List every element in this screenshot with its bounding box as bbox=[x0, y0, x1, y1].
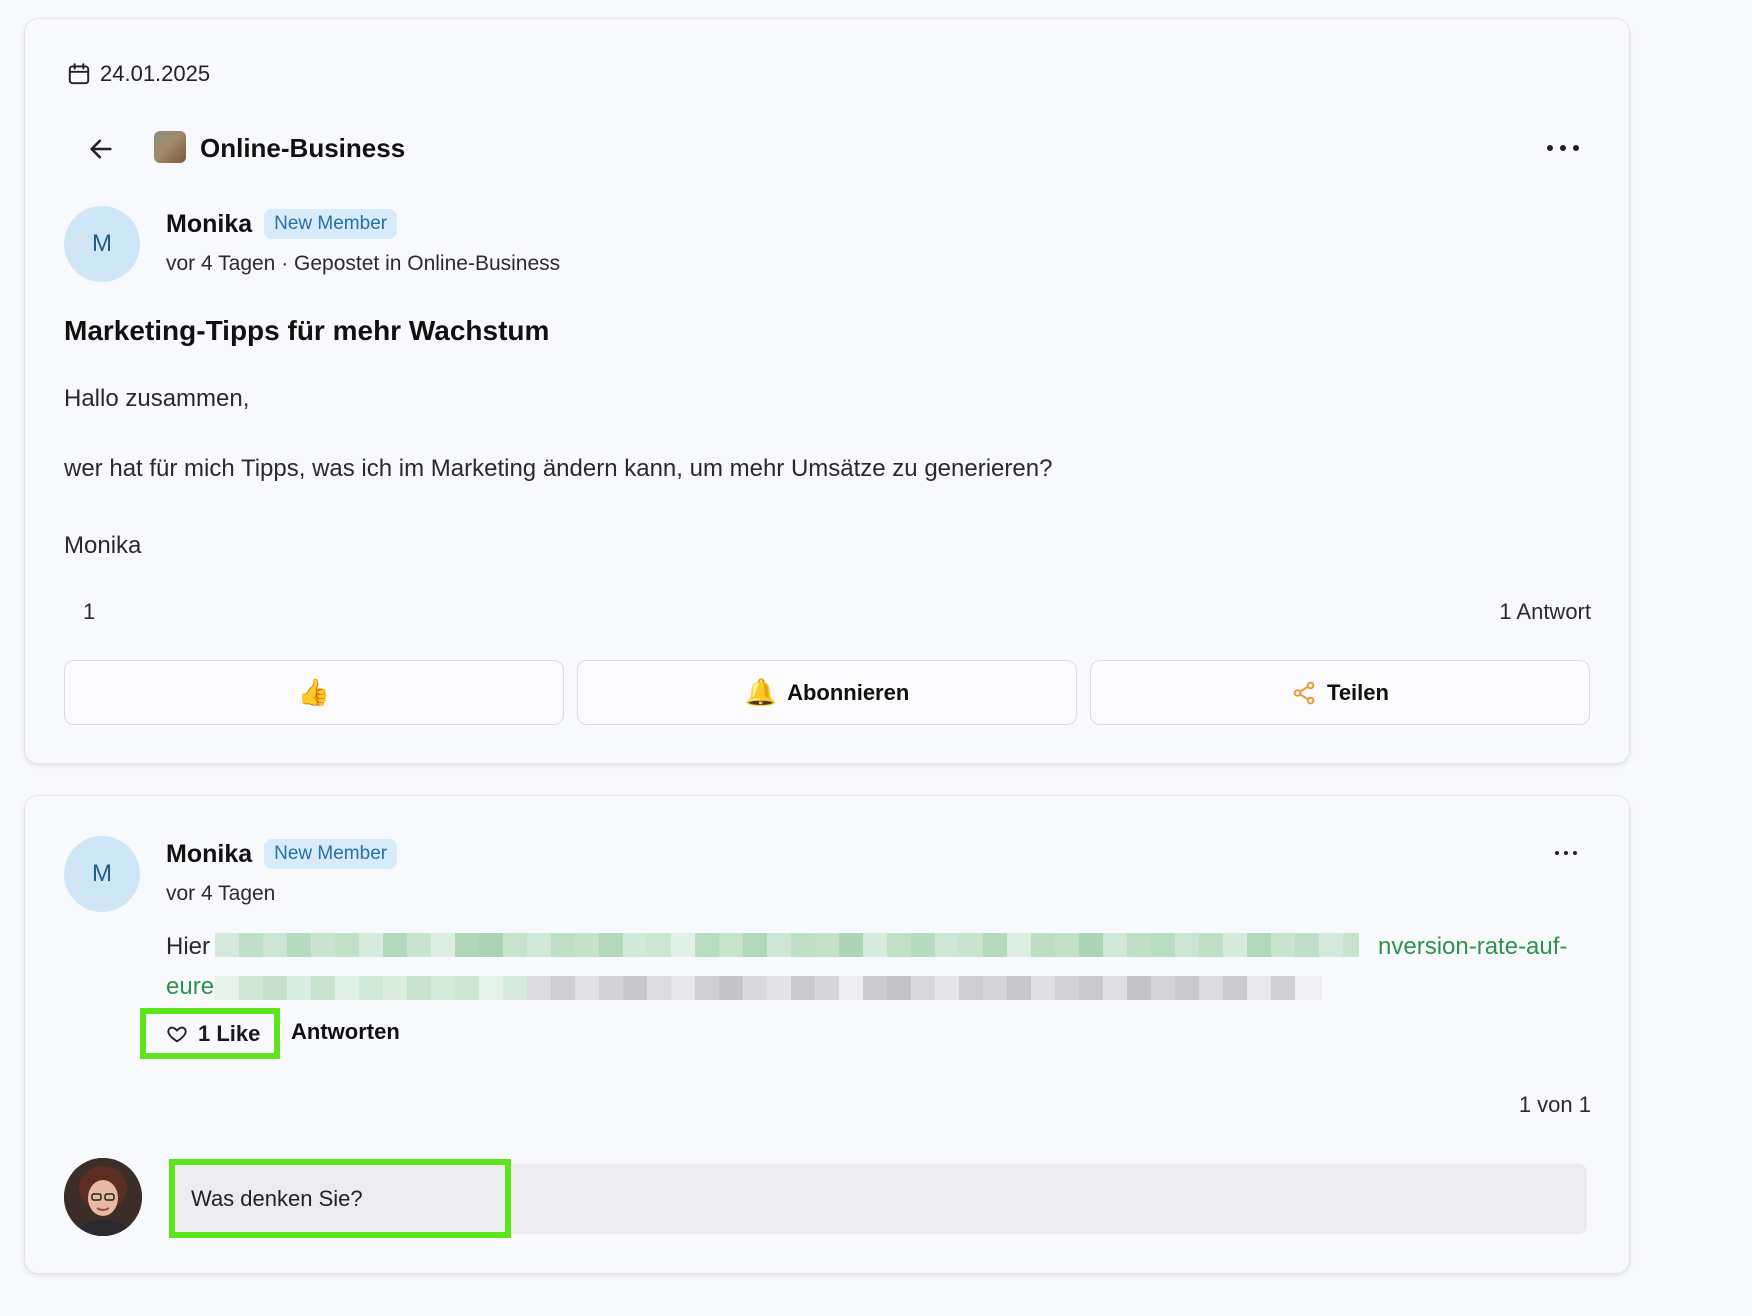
subscribe-button[interactable]: 🔔 Abonnieren bbox=[577, 660, 1077, 725]
reply-author-avatar[interactable]: M bbox=[64, 836, 140, 912]
reply-meta: vor 4 Tagen bbox=[166, 882, 276, 905]
arrow-left-icon bbox=[90, 139, 112, 159]
share-button[interactable]: Teilen bbox=[1090, 660, 1590, 725]
redacted-link bbox=[215, 976, 1322, 1000]
post-signature: Monika bbox=[64, 532, 142, 559]
post-card: 24.01.2025 Online-Business M Monika New … bbox=[24, 18, 1630, 764]
current-user-avatar bbox=[64, 1158, 142, 1236]
calendar-icon bbox=[68, 63, 90, 85]
like-count-label: 1 Like bbox=[198, 1020, 261, 1046]
author-row: Monika New Member bbox=[166, 209, 398, 239]
post-meta: vor 4 Tagen · Gepostet in Online-Busines… bbox=[166, 252, 561, 275]
group-name[interactable]: Online-Business bbox=[200, 133, 405, 164]
more-dots-icon bbox=[1555, 851, 1559, 855]
reply-menu-button[interactable] bbox=[1555, 851, 1577, 855]
like-reply-button[interactable]: 1 Like bbox=[140, 1008, 280, 1059]
post-title: Marketing-Tipps für mehr Wachstum bbox=[64, 315, 550, 346]
post-menu-button[interactable] bbox=[1541, 136, 1585, 160]
more-dots-icon bbox=[1547, 145, 1553, 151]
reply-author-name[interactable]: Monika bbox=[166, 840, 252, 869]
reply-card: M Monika New Member vor 4 Tagen Hier nve… bbox=[24, 795, 1630, 1274]
post-body: wer hat für mich Tipps, was ich im Marke… bbox=[64, 455, 1053, 482]
share-label: Teilen bbox=[1327, 679, 1389, 705]
like-button[interactable]: 👍 bbox=[64, 660, 564, 725]
back-button[interactable] bbox=[83, 131, 119, 167]
pagination: 1 von 1 bbox=[1518, 1092, 1591, 1117]
answer-button[interactable]: Antworten bbox=[291, 1019, 400, 1045]
comment-placeholder: Was denken Sie? bbox=[191, 1186, 363, 1211]
author-name[interactable]: Monika bbox=[166, 210, 252, 239]
reaction-count[interactable]: 1 bbox=[83, 599, 95, 625]
reply-text-start: Hier bbox=[166, 933, 211, 960]
author-avatar[interactable]: M bbox=[64, 206, 140, 282]
reply-count[interactable]: 1 Antwort bbox=[1499, 599, 1591, 625]
reply-author-row: Monika New Member bbox=[166, 839, 398, 869]
reply-link-line1[interactable]: nversion-rate-auf- bbox=[1378, 933, 1567, 961]
subscribe-label: Abonnieren bbox=[787, 679, 910, 705]
reply-member-badge: New Member bbox=[264, 839, 398, 869]
post-date: 24.01.2025 bbox=[66, 61, 210, 87]
heart-icon bbox=[167, 1026, 187, 1042]
bell-icon: 🔔 bbox=[744, 677, 778, 707]
redacted-text bbox=[215, 933, 1375, 957]
post-greeting: Hallo zusammen, bbox=[64, 385, 250, 412]
reply-link-line2[interactable]: eure bbox=[166, 973, 214, 1001]
group-thumbnail[interactable] bbox=[154, 131, 186, 163]
member-badge: New Member bbox=[264, 209, 398, 239]
thumbs-up-icon: 👍 bbox=[297, 677, 331, 707]
post-date-text: 24.01.2025 bbox=[100, 61, 211, 86]
share-icon bbox=[1291, 680, 1317, 706]
